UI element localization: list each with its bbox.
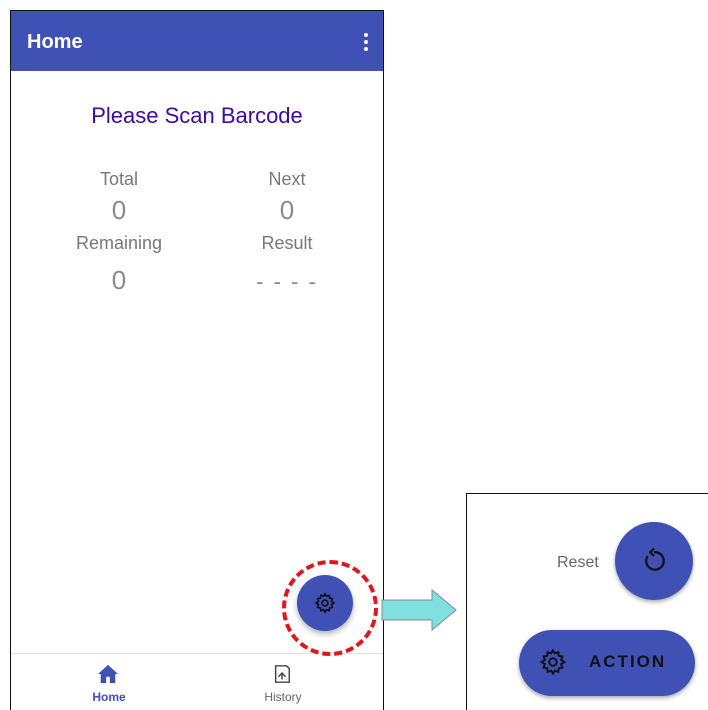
refresh-icon (645, 547, 665, 571)
gear-icon (539, 648, 567, 676)
nav-label-history: History (264, 690, 302, 704)
action-button[interactable]: ACTION (519, 630, 695, 696)
gear-icon (314, 592, 336, 614)
settings-fab[interactable] (297, 575, 353, 631)
remaining-value: 0 (111, 265, 127, 295)
nav-item-home[interactable]: Home (34, 654, 184, 710)
result-value: - - - - (256, 269, 318, 294)
next-value: 0 (279, 195, 295, 225)
reset-button[interactable] (615, 522, 693, 600)
action-label: ACTION (589, 652, 667, 671)
reset-label: Reset (557, 554, 599, 571)
arrow-right-icon (381, 588, 457, 632)
nav-item-history[interactable]: History (208, 654, 358, 710)
result-label: Result (261, 233, 313, 253)
bottom-navigation: Home History (11, 653, 383, 710)
next-label: Next (268, 169, 306, 189)
expanded-fab-menu: Reset ACTION (466, 493, 708, 710)
total-label: Total (99, 169, 139, 189)
total-value: 0 (111, 195, 127, 225)
home-icon (98, 664, 118, 684)
overflow-menu-icon[interactable] (363, 33, 369, 51)
history-icon (274, 665, 290, 683)
remaining-label: Remaining (75, 233, 163, 253)
app-bar-title: Home (27, 31, 83, 53)
nav-label-home: Home (92, 690, 126, 704)
scan-prompt: Please Scan Barcode (91, 103, 303, 128)
app-bar: Home (11, 11, 383, 71)
